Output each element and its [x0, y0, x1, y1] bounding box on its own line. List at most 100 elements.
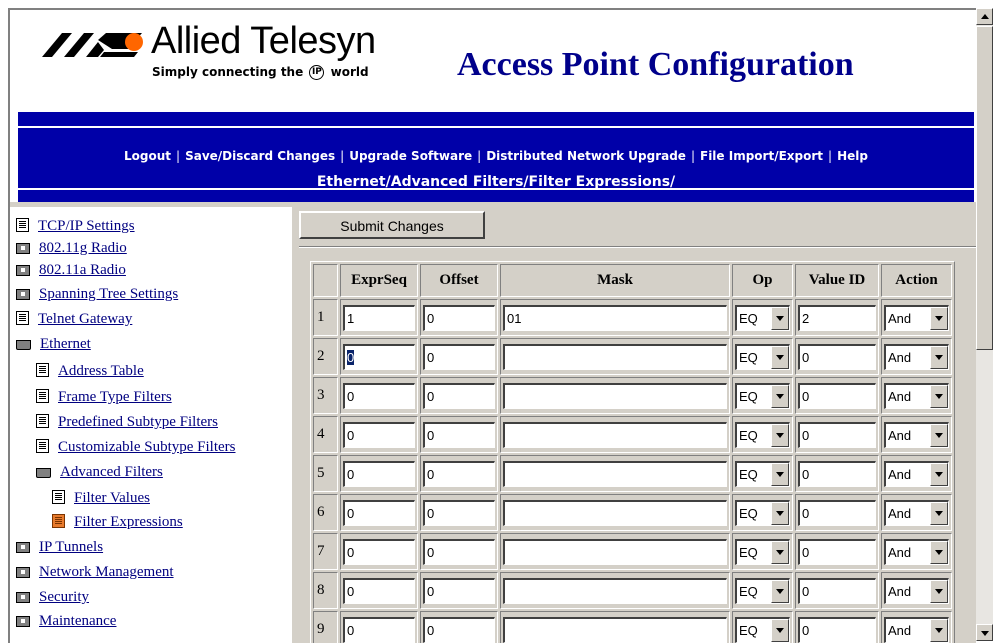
sidebar-item-advanced-filters[interactable]: Advanced Filters: [36, 463, 163, 481]
vertical-scrollbar[interactable]: [976, 8, 993, 641]
value-id-input[interactable]: 0: [798, 421, 876, 448]
mask-input[interactable]: [503, 499, 727, 526]
mask-input[interactable]: [503, 343, 727, 370]
op-select[interactable]: EQ: [735, 421, 790, 448]
offset-input[interactable]: 0: [423, 577, 495, 604]
value-id-input[interactable]: 0: [798, 499, 876, 526]
sidebar-item-security[interactable]: Security: [16, 588, 89, 606]
exprseq-input[interactable]: 1: [343, 304, 415, 331]
value-id-input[interactable]: 0: [798, 382, 876, 409]
dropdown-arrow-icon[interactable]: [771, 462, 789, 486]
mask-input[interactable]: [503, 616, 727, 643]
offset-input[interactable]: 0: [423, 460, 495, 487]
offset-input[interactable]: 0: [423, 616, 495, 643]
action-select[interactable]: And: [884, 616, 949, 643]
sidebar-item-network-management[interactable]: Network Management: [16, 563, 174, 581]
value-id-input[interactable]: 0: [798, 616, 876, 643]
dropdown-arrow-icon[interactable]: [771, 618, 789, 642]
sidebar-item-predefined-subtype-filters[interactable]: Predefined Subtype Filters: [36, 413, 218, 431]
dropdown-arrow-icon[interactable]: [930, 462, 948, 486]
action-select[interactable]: And: [884, 499, 949, 526]
dropdown-arrow-icon[interactable]: [930, 384, 948, 408]
dropdown-arrow-icon[interactable]: [930, 423, 948, 447]
sidebar-item-filter-expressions[interactable]: Filter Expressions: [52, 513, 183, 531]
value-id-input[interactable]: 0: [798, 460, 876, 487]
op-select[interactable]: EQ: [735, 499, 790, 526]
dropdown-arrow-icon[interactable]: [930, 306, 948, 330]
value-id-input[interactable]: 2: [798, 304, 876, 331]
sidebar-item-ethernet[interactable]: Ethernet: [16, 335, 91, 353]
exprseq-input[interactable]: 0: [343, 421, 415, 448]
nav-link-distributed-upgrade[interactable]: Distributed Network Upgrade: [486, 149, 686, 163]
exprseq-input[interactable]: 0: [343, 343, 415, 370]
sidebar-item-spanning-tree[interactable]: Spanning Tree Settings: [16, 285, 178, 303]
value-id-input[interactable]: 0: [798, 538, 876, 565]
dropdown-arrow-icon[interactable]: [930, 501, 948, 525]
dropdown-arrow-icon[interactable]: [771, 501, 789, 525]
mask-input[interactable]: [503, 538, 727, 565]
value-id-input[interactable]: 0: [798, 577, 876, 604]
scrollbar-thumb[interactable]: [976, 26, 993, 350]
mask-input[interactable]: [503, 382, 727, 409]
exprseq-input[interactable]: 0: [343, 499, 415, 526]
value-id-input[interactable]: 0: [798, 343, 876, 370]
dropdown-arrow-icon[interactable]: [930, 540, 948, 564]
mask-input[interactable]: [503, 460, 727, 487]
sidebar-item-80211a-radio[interactable]: 802.11a Radio: [16, 261, 126, 279]
mask-input[interactable]: [503, 577, 727, 604]
submit-changes-button[interactable]: Submit Changes: [299, 211, 485, 239]
sidebar-item-ip-tunnels[interactable]: IP Tunnels: [16, 538, 103, 556]
action-select[interactable]: And: [884, 382, 949, 409]
sidebar-item-maintenance[interactable]: Maintenance: [16, 612, 116, 630]
op-select[interactable]: EQ: [735, 382, 790, 409]
op-select[interactable]: EQ: [735, 304, 790, 331]
offset-input[interactable]: 0: [423, 304, 495, 331]
dropdown-arrow-icon[interactable]: [771, 423, 789, 447]
dropdown-arrow-icon[interactable]: [930, 579, 948, 603]
offset-input[interactable]: 0: [423, 382, 495, 409]
sidebar-item-customizable-subtype-filters[interactable]: Customizable Subtype Filters: [36, 438, 236, 456]
nav-link-logout[interactable]: Logout: [124, 149, 171, 163]
mask-input[interactable]: 01: [503, 304, 727, 331]
offset-input[interactable]: 0: [423, 421, 495, 448]
nav-link-upgrade-software[interactable]: Upgrade Software: [349, 149, 472, 163]
action-select[interactable]: And: [884, 304, 949, 331]
sidebar-item-filter-values[interactable]: Filter Values: [52, 489, 150, 507]
dropdown-arrow-icon[interactable]: [771, 345, 789, 369]
op-select[interactable]: EQ: [735, 538, 790, 565]
exprseq-input[interactable]: 0: [343, 616, 415, 643]
exprseq-input[interactable]: 0: [343, 538, 415, 565]
exprseq-input[interactable]: 0: [343, 577, 415, 604]
action-select[interactable]: And: [884, 421, 949, 448]
dropdown-arrow-icon[interactable]: [771, 579, 789, 603]
sidebar-item-80211g-radio[interactable]: 802.11g Radio: [16, 239, 127, 257]
exprseq-input[interactable]: 0: [343, 382, 415, 409]
nav-link-save-discard[interactable]: Save/Discard Changes: [185, 149, 335, 163]
offset-input[interactable]: 0: [423, 538, 495, 565]
nav-link-file-import-export[interactable]: File Import/Export: [700, 149, 823, 163]
nav-link-help[interactable]: Help: [837, 149, 868, 163]
op-select[interactable]: EQ: [735, 577, 790, 604]
dropdown-arrow-icon[interactable]: [771, 540, 789, 564]
dropdown-arrow-icon[interactable]: [771, 384, 789, 408]
sidebar-item-frame-type-filters[interactable]: Frame Type Filters: [36, 388, 172, 406]
sidebar-item-address-table[interactable]: Address Table: [36, 362, 144, 380]
scroll-up-arrow-icon[interactable]: [976, 8, 993, 25]
op-select[interactable]: EQ: [735, 616, 790, 643]
sidebar-item-tcpip-settings[interactable]: TCP/IP Settings: [16, 217, 135, 235]
op-select[interactable]: EQ: [735, 343, 790, 370]
offset-input[interactable]: 0: [423, 499, 495, 526]
scroll-down-arrow-icon[interactable]: [976, 624, 993, 641]
sidebar-item-telnet-gateway[interactable]: Telnet Gateway: [16, 310, 132, 328]
action-select[interactable]: And: [884, 577, 949, 604]
action-select[interactable]: And: [884, 538, 949, 565]
dropdown-arrow-icon[interactable]: [771, 306, 789, 330]
offset-input[interactable]: 0: [423, 343, 495, 370]
dropdown-arrow-icon[interactable]: [930, 345, 948, 369]
dropdown-arrow-icon[interactable]: [930, 618, 948, 642]
action-select[interactable]: And: [884, 343, 949, 370]
exprseq-input[interactable]: 0: [343, 460, 415, 487]
op-select[interactable]: EQ: [735, 460, 790, 487]
action-select[interactable]: And: [884, 460, 949, 487]
mask-input[interactable]: [503, 421, 727, 448]
